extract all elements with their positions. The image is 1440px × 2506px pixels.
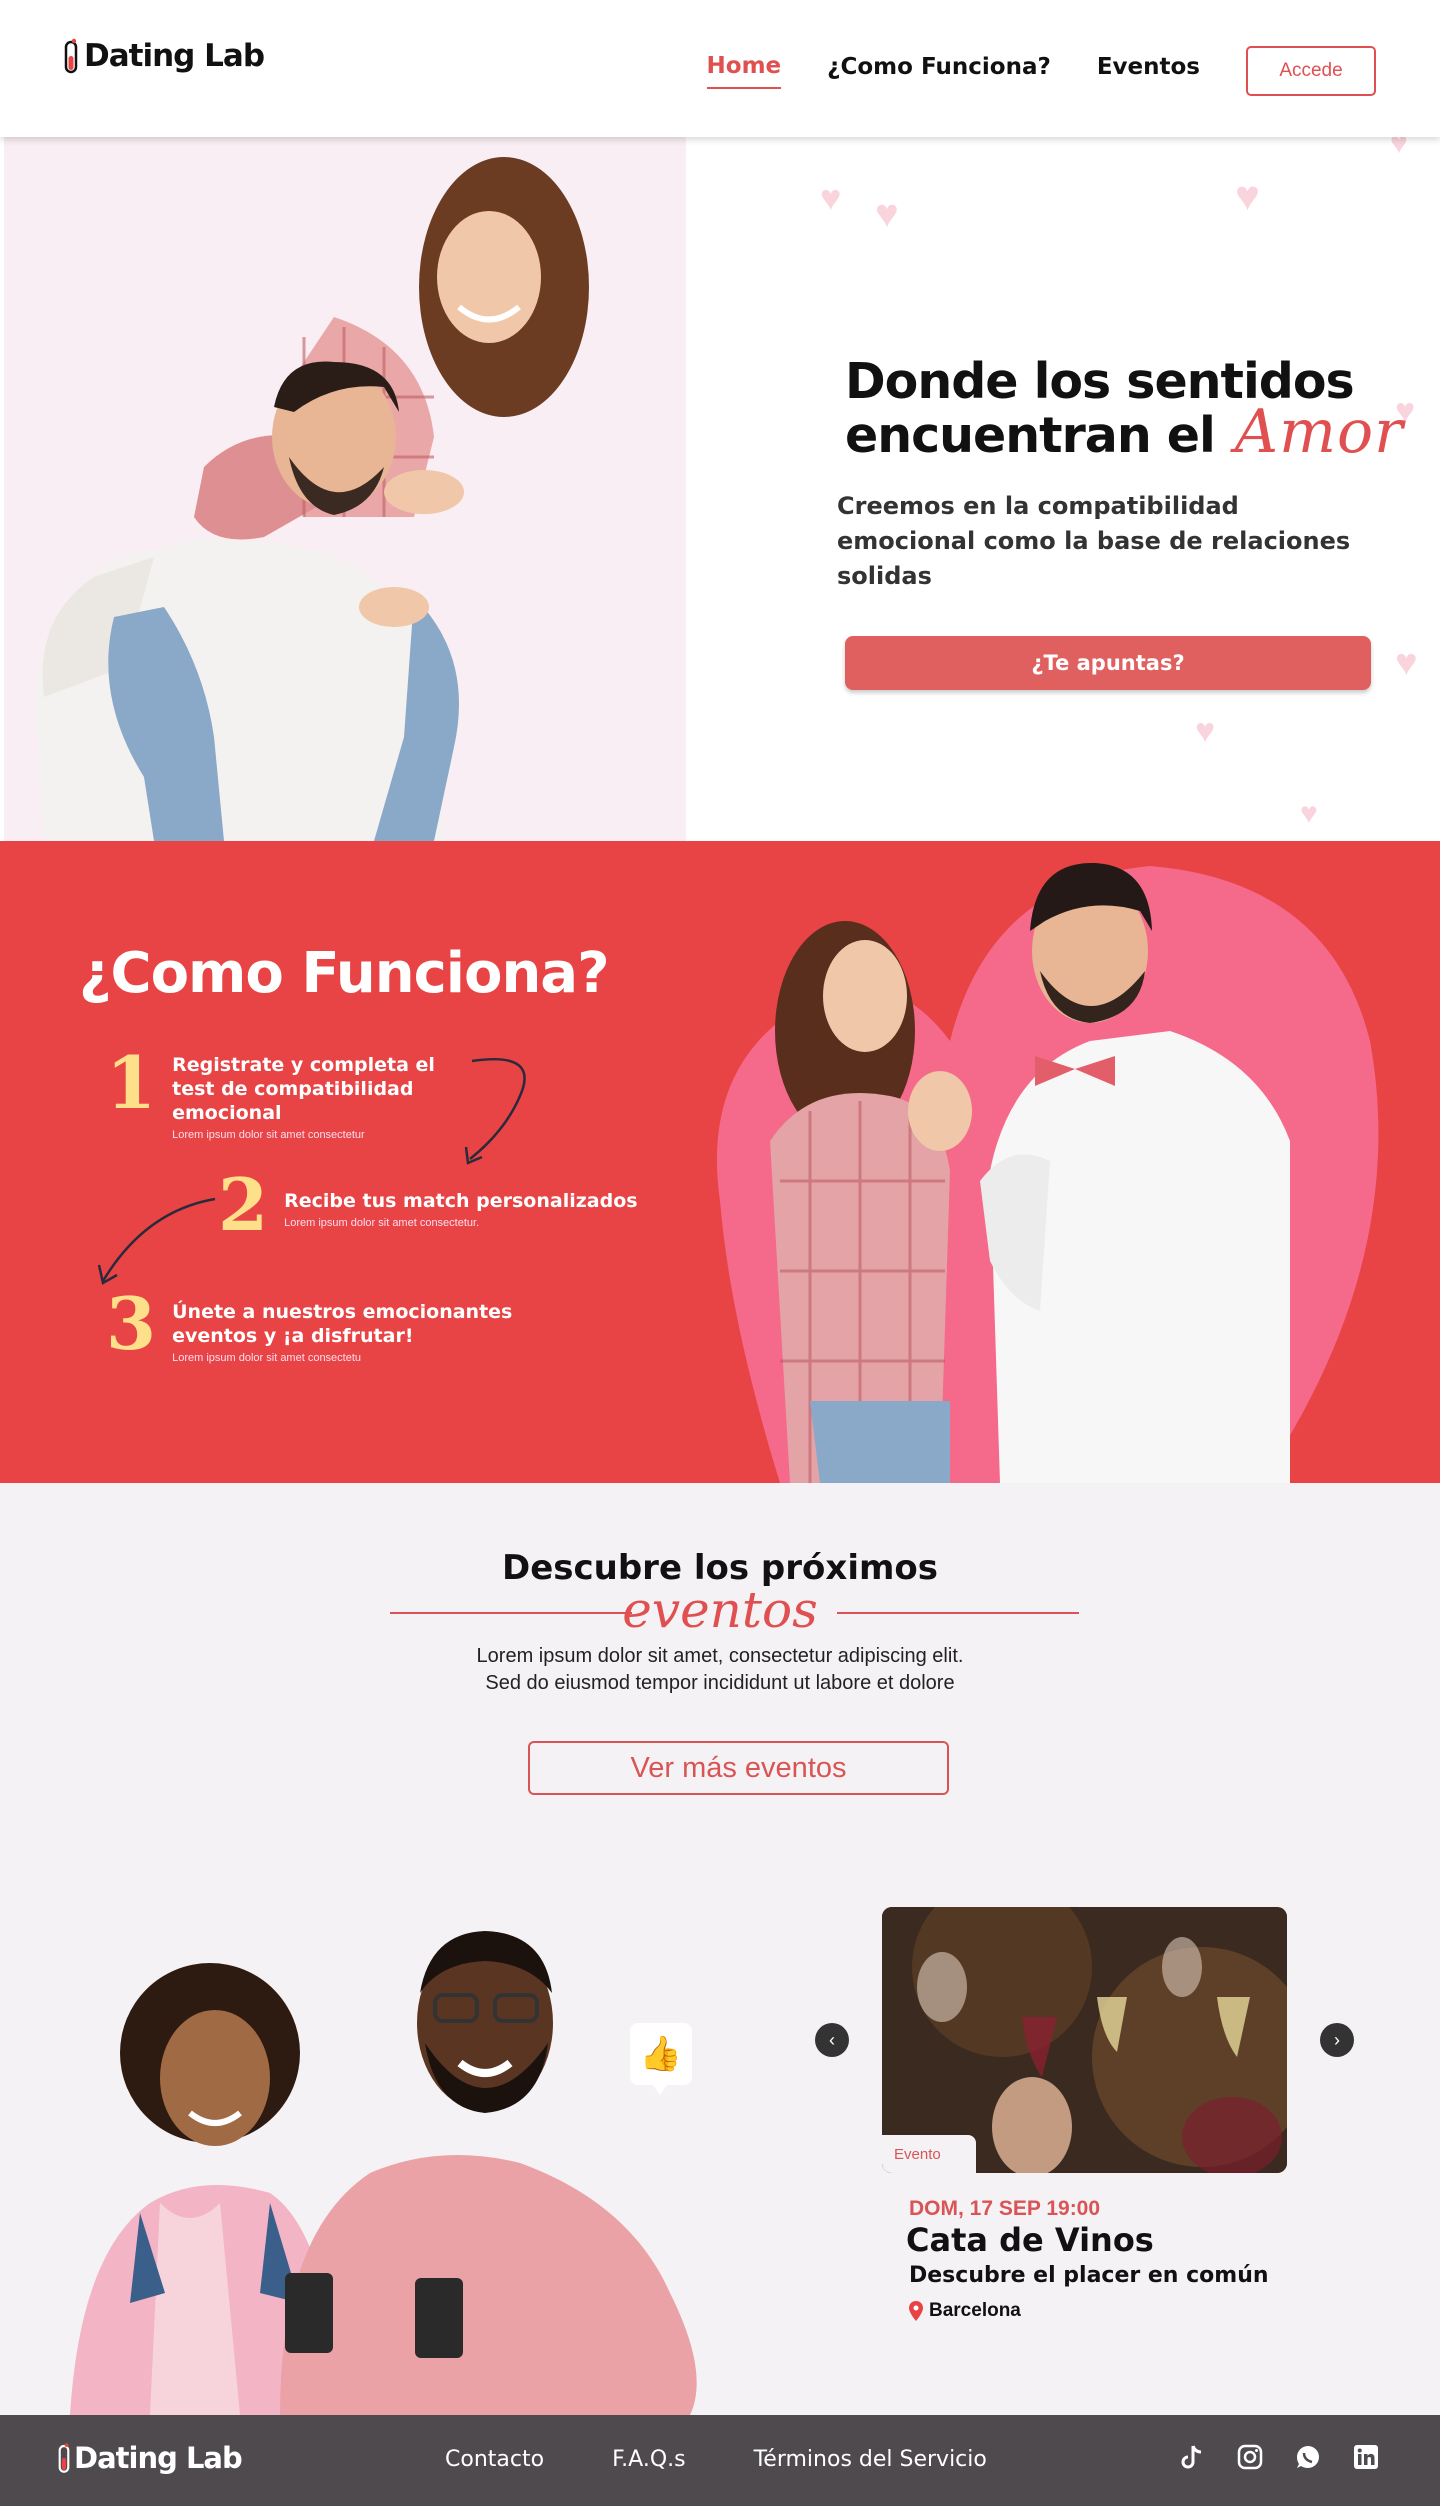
nav-como-funciona[interactable]: ¿Como Funciona? bbox=[827, 54, 1051, 88]
instagram-icon[interactable] bbox=[1236, 2443, 1264, 2471]
couple-photo bbox=[690, 841, 1440, 1483]
eventos-section: Descubre los próximos eventos Lorem ipsu… bbox=[0, 1483, 1440, 2415]
logo-text: Dating Lab bbox=[84, 38, 265, 74]
nav-eventos[interactable]: Eventos bbox=[1097, 54, 1200, 88]
eventos-description: Lorem ipsum dolor sit amet, consectetur … bbox=[0, 1643, 1440, 1697]
test-tube-icon bbox=[58, 2443, 70, 2473]
step-desc: Lorem ipsum dolor sit amet consectetur. bbox=[284, 1217, 480, 1229]
hero-section: ♥ ♥ ♥ ♥ ♥ ♥ ♥ ♥ Donde los sentidos encue… bbox=[0, 137, 1440, 841]
curved-arrow-icon bbox=[464, 1057, 526, 1165]
hero-subtitle: Creemos en la compatibilidad emocional c… bbox=[837, 492, 1351, 590]
event-card-image[interactable]: Evento bbox=[882, 1907, 1287, 2173]
divider-line bbox=[837, 1612, 1079, 1614]
eventos-desc-line2: Sed do eiusmod tempor incididunt ut labo… bbox=[485, 1672, 955, 1694]
location-pin-icon bbox=[909, 2301, 923, 2321]
site-footer: Dating Lab Contacto F.A.Q.s Términos del… bbox=[0, 2415, 1440, 2506]
hero-couple-photo bbox=[4, 137, 686, 841]
footer-link-faqs[interactable]: F.A.Q.s bbox=[612, 2447, 686, 2472]
accede-button[interactable]: Accede bbox=[1246, 46, 1376, 96]
como-funciona-section: ¿Como Funciona? 1 Registrate y completa … bbox=[0, 841, 1440, 1483]
linkedin-icon[interactable] bbox=[1352, 2443, 1380, 2471]
main-nav: Home ¿Como Funciona? Eventos Accede bbox=[706, 46, 1376, 96]
step-3: 3 Únete a nuestros emocionantes eventos … bbox=[106, 1281, 532, 1366]
step-2: 2 Recibe tus match personalizados Lorem … bbox=[218, 1169, 638, 1241]
step-desc: Lorem ipsum dolor sit amet consectetur bbox=[172, 1129, 365, 1141]
step-number: 1 bbox=[106, 1040, 157, 1125]
site-header: Dating Lab Home ¿Como Funciona? Eventos … bbox=[0, 0, 1440, 137]
step-title: Únete a nuestros emocionantes eventos y … bbox=[172, 1301, 513, 1347]
whatsapp-icon[interactable] bbox=[1294, 2443, 1322, 2471]
footer-logo-text: Dating Lab bbox=[74, 2441, 243, 2475]
hero-title-script: Amor bbox=[1234, 397, 1404, 467]
step-title: Registrate y completa el test de compati… bbox=[172, 1054, 435, 1124]
heart-decoration-icon: ♥ bbox=[1390, 137, 1408, 160]
heart-decoration-icon: ♥ bbox=[820, 177, 842, 218]
nav-home[interactable]: Home bbox=[706, 53, 782, 89]
logo[interactable]: Dating Lab bbox=[64, 38, 265, 74]
heart-decoration-icon: ♥ bbox=[875, 192, 899, 236]
event-location-text: Barcelona bbox=[929, 2300, 1021, 2321]
step-number: 2 bbox=[218, 1162, 269, 1247]
heart-decoration-icon: ♥ bbox=[1300, 797, 1318, 830]
event-tagline: Descubre el placer en común bbox=[909, 2263, 1269, 2288]
event-location: Barcelona bbox=[909, 2300, 1021, 2322]
curved-arrow-icon bbox=[97, 1197, 216, 1285]
hero-title-line2: encuentran el bbox=[845, 407, 1216, 464]
eventos-desc-line1: Lorem ipsum dolor sit amet, consectetur … bbox=[476, 1645, 964, 1667]
test-tube-icon bbox=[64, 38, 78, 74]
friends-coffee-photo: 👍 bbox=[70, 1873, 800, 2415]
footer-logo[interactable]: Dating Lab bbox=[58, 2441, 243, 2475]
tiktok-icon[interactable] bbox=[1178, 2443, 1206, 2471]
step-title: Recibe tus match personalizados bbox=[284, 1190, 638, 1212]
heart-decoration-icon: ♥ bbox=[1195, 712, 1216, 750]
step-desc: Lorem ipsum dolor sit amet consectetu bbox=[172, 1352, 362, 1364]
step-number: 3 bbox=[106, 1281, 157, 1366]
carousel-prev-button[interactable]: ‹ bbox=[815, 2023, 849, 2057]
footer-nav: Contacto F.A.Q.s Términos del Servicio bbox=[445, 2447, 987, 2472]
carousel-next-button[interactable]: › bbox=[1320, 2023, 1354, 2057]
svg-text:👍: 👍 bbox=[640, 2034, 682, 2073]
event-tag: Evento bbox=[882, 2135, 976, 2173]
eventos-title-script: eventos bbox=[622, 1581, 818, 1639]
como-funciona-title: ¿Como Funciona? bbox=[79, 941, 610, 1006]
te-apuntas-button[interactable]: ¿Te apuntas? bbox=[845, 636, 1371, 690]
hero-title: Donde los sentidos encuentran el Amor bbox=[845, 357, 1405, 464]
social-links bbox=[1178, 2443, 1380, 2471]
step-1: 1 Registrate y completa el test de compa… bbox=[106, 1040, 472, 1142]
event-date: DOM, 17 SEP 19:00 bbox=[909, 2197, 1101, 2220]
footer-link-terminos[interactable]: Términos del Servicio bbox=[754, 2447, 987, 2472]
heart-decoration-icon: ♥ bbox=[1235, 172, 1260, 219]
ver-mas-eventos-button[interactable]: Ver más eventos bbox=[528, 1741, 949, 1795]
footer-link-contacto[interactable]: Contacto bbox=[445, 2447, 544, 2472]
hero-text-block: Donde los sentidos encuentran el Amor Cre… bbox=[837, 357, 1405, 690]
event-name[interactable]: Cata de Vinos bbox=[906, 2221, 1154, 2259]
